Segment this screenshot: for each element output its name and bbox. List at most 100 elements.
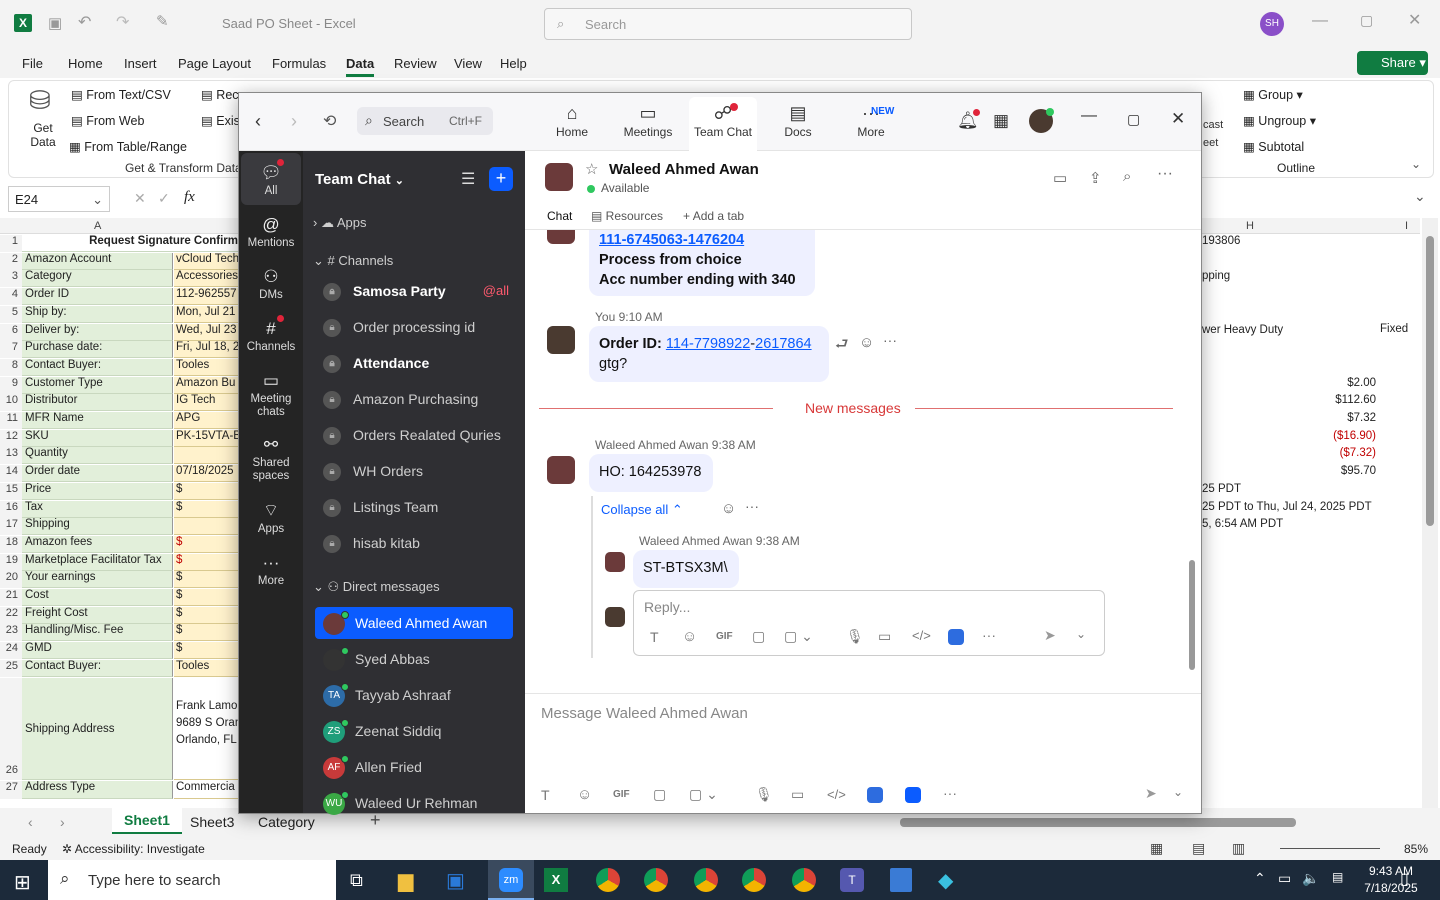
sheet-tab-category[interactable]: Category	[258, 814, 315, 830]
row-header[interactable]: 7	[0, 341, 22, 359]
get-data-button[interactable]: Get Data	[23, 121, 63, 149]
maximize-icon[interactable]: ▢	[1127, 111, 1140, 128]
rail-all[interactable]: 💬︎ All	[239, 161, 303, 197]
cell-a[interactable]: Tax	[22, 500, 173, 518]
send-icon[interactable]: ➤	[1044, 627, 1056, 644]
zoom-search-box[interactable]: ⌕ Search Ctrl+F	[357, 107, 493, 135]
horizontal-scroll-thumb[interactable]	[900, 818, 1296, 827]
message-list[interactable]: 111-6745063-1476204 Process from choice …	[525, 230, 1201, 693]
emoji-icon[interactable]: ☺	[577, 786, 592, 803]
vertical-scrollbar[interactable]	[1422, 218, 1438, 808]
zoom-taskbar-icon[interactable]: zm	[488, 860, 534, 900]
excel-taskbar-icon[interactable]: X	[544, 868, 568, 892]
close-icon[interactable]: ✕	[1408, 10, 1421, 30]
direct-messages-section[interactable]: ⌄ ⚇ Direct messages	[313, 579, 440, 595]
minimize-icon[interactable]: —	[1312, 12, 1328, 30]
row-header[interactable]: 3	[0, 270, 22, 288]
order-link-part1[interactable]: 114-7798922	[666, 336, 750, 352]
emoji-icon[interactable]: ☺	[682, 628, 697, 645]
row-header[interactable]: 23	[0, 624, 22, 642]
fx-icon[interactable]: fx	[184, 189, 195, 206]
channel-item[interactable]: 🔒︎ Listings Team	[315, 491, 513, 523]
channel-item[interactable]: 🔒︎ hisab kitab	[315, 527, 513, 559]
search-icon[interactable]: ⌕	[1123, 168, 1131, 185]
zoom-level[interactable]: 85%	[1404, 842, 1428, 856]
cell-a[interactable]: Freight Cost	[22, 606, 173, 624]
star-icon[interactable]: ☆	[585, 160, 598, 178]
from-web-button[interactable]: ▤ From Web	[71, 113, 144, 128]
rail-meeting-chats[interactable]: ▭ Meeting chats	[239, 369, 303, 419]
cell-b[interactable]: IG Tech	[174, 394, 238, 412]
cell-a[interactable]: Customer Type	[22, 376, 173, 394]
cell-a27[interactable]: Address Type	[22, 781, 173, 799]
cell-b[interactable]: $	[174, 482, 238, 500]
cell-b[interactable]: Tooles	[174, 358, 238, 376]
code-icon[interactable]: </>	[827, 787, 846, 802]
cell-a[interactable]: Amazon Account	[22, 252, 173, 270]
back-icon[interactable]: ‹	[255, 111, 261, 132]
row-header-26[interactable]: 26	[0, 678, 22, 780]
cell-a[interactable]: Deliver by:	[22, 323, 173, 341]
next-sheet-icon[interactable]: ›	[60, 814, 65, 830]
message-scrollbar[interactable]	[1189, 560, 1195, 670]
row-header[interactable]: 4	[0, 288, 22, 306]
dm-item[interactable]: WU Waleed Ur Rehman	[315, 787, 513, 819]
row-header[interactable]: 9	[0, 376, 22, 394]
cell-h[interactable]: ($7.32)	[1202, 447, 1380, 464]
cell-a[interactable]: Handling/Misc. Fee	[22, 624, 173, 642]
row-header[interactable]: 14	[0, 465, 22, 483]
row-header[interactable]: 19	[0, 553, 22, 571]
prev-sheet-icon[interactable]: ‹	[28, 814, 33, 830]
cell-b[interactable]: 07/18/2025	[174, 465, 238, 483]
order-link-part2[interactable]: 2617864	[755, 336, 811, 352]
nav-meetings[interactable]: ▭ Meetings	[613, 101, 683, 139]
from-text-button[interactable]: ▤ From Text/CSV	[71, 87, 171, 102]
tab-file[interactable]: File	[22, 56, 43, 71]
highlight-icon[interactable]: ✎	[156, 12, 169, 30]
sidebar-title[interactable]: Team Chat ⌄	[315, 171, 404, 188]
channel-item[interactable]: 🔒︎ Order processing id	[315, 311, 513, 343]
row-header[interactable]: 8	[0, 358, 22, 376]
reply-icon[interactable]: ⮐	[835, 334, 849, 359]
cell-b[interactable]: $	[174, 589, 238, 606]
cell-h[interactable]: 25 PDT to Thu, Jul 24, 2025 PDT	[1202, 501, 1380, 518]
share-screen-icon[interactable]: ⇪	[1089, 169, 1102, 187]
cell-h[interactable]: $7.32	[1202, 412, 1380, 429]
cell-b[interactable]: $	[174, 606, 238, 624]
rail-more[interactable]: ··· More	[239, 551, 303, 587]
windows-start-icon[interactable]: ⊞	[14, 870, 31, 895]
tab-add-a-tab[interactable]: + Add a tab	[683, 209, 744, 223]
gif-icon[interactable]: GIF	[613, 789, 630, 800]
microphone-icon[interactable]: 🎙︎	[846, 628, 864, 645]
row-header[interactable]: 18	[0, 535, 22, 553]
row-header[interactable]: 16	[0, 500, 22, 518]
cell-b[interactable]: Amazon Bu	[174, 376, 238, 394]
cell-b27[interactable]: Commercia	[174, 781, 238, 799]
cell-a[interactable]: Marketplace Facilitator Tax	[22, 553, 173, 571]
row-header[interactable]: 10	[0, 394, 22, 412]
code-icon[interactable]: </>	[912, 628, 931, 643]
accessibility-status[interactable]: ✲ Accessibility: Investigate	[62, 842, 205, 856]
collapse-all-button[interactable]: Collapse all ⌃	[601, 502, 683, 518]
chrome-icon[interactable]	[742, 868, 766, 892]
channel-item[interactable]: 🔒︎ WH Orders	[315, 455, 513, 487]
cell-a[interactable]: Order date	[22, 465, 173, 483]
cell-h[interactable]: ($16.90)	[1202, 430, 1380, 447]
tab-formulas[interactable]: Formulas	[272, 56, 326, 71]
cell-a[interactable]: Price	[22, 482, 173, 500]
notifications-icon[interactable]: ▯	[1400, 869, 1409, 889]
cell-a[interactable]: Category	[22, 270, 173, 288]
row-header[interactable]: 2	[0, 252, 22, 270]
nav-docs[interactable]: ▤ Docs	[763, 101, 833, 139]
screenshot-icon[interactable]: ▢ ⌄	[689, 786, 718, 803]
text-format-icon[interactable]: T	[541, 787, 550, 803]
from-table-button[interactable]: ▦ From Table/Range	[69, 139, 187, 154]
more-options-icon[interactable]: ···	[745, 498, 759, 514]
cell-a[interactable]: Order ID	[22, 288, 173, 306]
cell-b[interactable]: APG	[174, 412, 238, 429]
zoom-slider[interactable]	[1280, 848, 1380, 849]
row-header[interactable]: 25	[0, 659, 22, 677]
cell-i6[interactable]: Fixed	[1380, 323, 1408, 335]
tab-chat[interactable]: Chat	[547, 209, 573, 231]
recent-sources-button[interactable]: ▤ Rec	[201, 87, 239, 102]
